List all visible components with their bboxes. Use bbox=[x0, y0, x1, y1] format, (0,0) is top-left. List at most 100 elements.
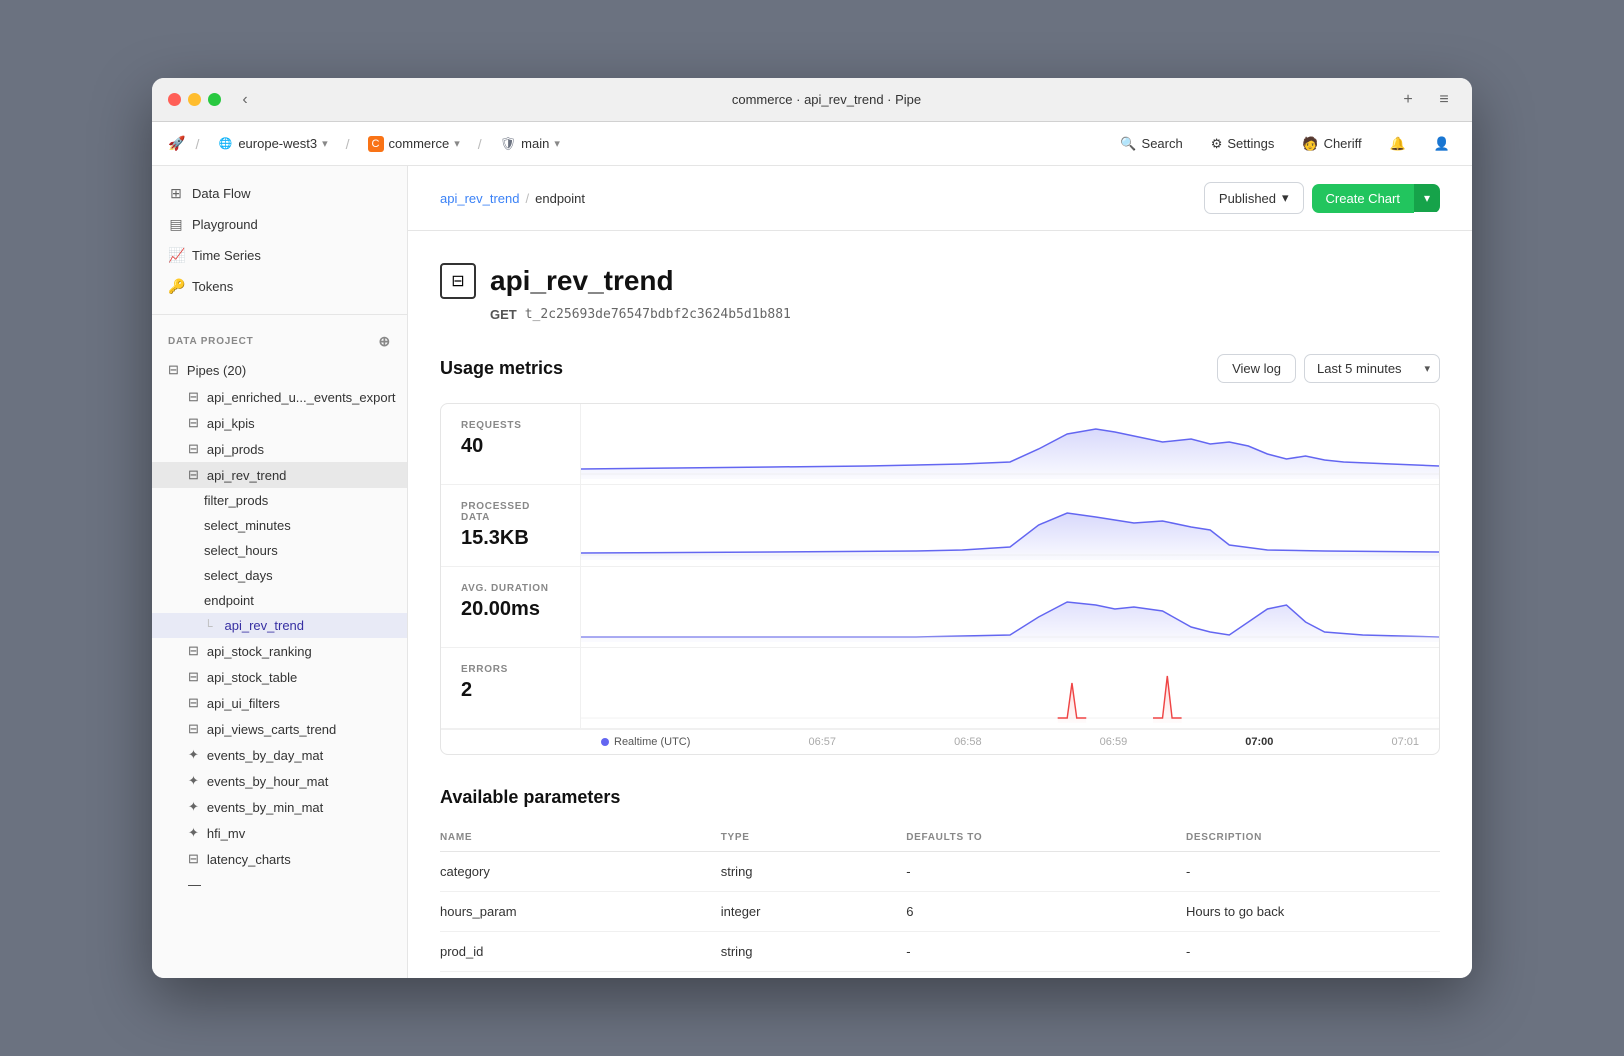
published-button[interactable]: Published ▾ bbox=[1204, 182, 1304, 214]
close-button[interactable] bbox=[168, 93, 181, 106]
sidebar-item-playground[interactable]: ▤ Playground bbox=[152, 209, 407, 240]
sidebar-item-tokens[interactable]: 🔑 Tokens bbox=[152, 271, 407, 302]
sidebar-sub-api-rev-trend[interactable]: └ api_rev_trend bbox=[152, 613, 407, 638]
param-name-2: prod_id bbox=[440, 932, 721, 972]
sidebar-pipe-hfi-mv[interactable]: ✦ hfi_mv bbox=[152, 820, 407, 846]
new-tab-button[interactable]: + bbox=[1396, 88, 1420, 112]
region-chevron: ▾ bbox=[322, 137, 328, 150]
sub-label-select-days: select_days bbox=[204, 568, 273, 583]
user-emoji-icon: 🧑 bbox=[1302, 136, 1318, 152]
home-icon[interactable]: 🚀 bbox=[168, 135, 185, 152]
pipe-label-events-day: events_by_day_mat bbox=[207, 748, 323, 763]
back-button[interactable]: ‹ bbox=[233, 88, 257, 112]
sidebar-pipes-group[interactable]: ⊟ Pipes (20) bbox=[152, 356, 407, 384]
project-icon: C bbox=[368, 136, 384, 152]
branch-label: main bbox=[521, 136, 549, 151]
sub-label-api-rev-trend: api_rev_trend bbox=[225, 618, 305, 633]
params-table-head: NAME TYPE DEFAULTS TO DESCRIPTION bbox=[440, 824, 1440, 852]
sidebar-item-data-flow[interactable]: ⊞ Data Flow bbox=[152, 178, 407, 209]
sidebar-item-time-series-label: Time Series bbox=[192, 248, 261, 263]
pipe-label-events-min: events_by_min_mat bbox=[207, 800, 323, 815]
col-header-defaults: DEFAULTS TO bbox=[906, 824, 1186, 852]
main-content: api_rev_trend / endpoint Published ▾ Cre… bbox=[408, 166, 1472, 978]
time-label-0: 06:57 bbox=[808, 736, 836, 748]
user-button[interactable]: 🧑 Cheriff bbox=[1296, 132, 1367, 156]
processed-chart bbox=[581, 485, 1439, 565]
nav-separator-3: / bbox=[478, 136, 482, 152]
sidebar-pipe-api-stock-ranking[interactable]: ⊟ api_stock_ranking bbox=[152, 638, 407, 664]
api-url: t_2c25693de76547bdbf2c3624b5d1b881 bbox=[525, 307, 791, 322]
params-section-title: Available parameters bbox=[440, 787, 1440, 808]
data-flow-icon: ⊞ bbox=[168, 185, 184, 202]
param-desc-1: Hours to go back bbox=[1186, 892, 1440, 932]
param-type-2: string bbox=[721, 932, 906, 972]
errors-label: ERRORS bbox=[461, 664, 560, 675]
create-chart-container: Create Chart ▾ bbox=[1312, 184, 1440, 213]
sidebar-sub-select-minutes[interactable]: select_minutes bbox=[152, 513, 407, 538]
settings-button[interactable]: ⚙ Settings bbox=[1205, 132, 1281, 156]
pipes-label: Pipes (20) bbox=[187, 363, 246, 378]
sidebar-sub-select-hours[interactable]: select_hours bbox=[152, 538, 407, 563]
search-button[interactable]: 🔍 Search bbox=[1114, 132, 1188, 156]
branch-selector[interactable]: 🛡 main ▾ bbox=[492, 132, 568, 156]
menu-button[interactable]: ≡ bbox=[1432, 88, 1456, 112]
sidebar-sub-select-days[interactable]: select_days bbox=[152, 563, 407, 588]
sidebar-sub-filter-prods[interactable]: filter_prods bbox=[152, 488, 407, 513]
time-label-3: 07:00 bbox=[1245, 736, 1273, 748]
sidebar-pipe-events-min[interactable]: ✦ events_by_min_mat bbox=[152, 794, 407, 820]
account-icon: 👤 bbox=[1434, 136, 1450, 152]
maximize-button[interactable] bbox=[208, 93, 221, 106]
sidebar-pipe-api-stock-table[interactable]: ⊟ api_stock_table bbox=[152, 664, 407, 690]
sidebar-pipe-api-enriched[interactable]: ⊟ api_enriched_u..._events_export bbox=[152, 384, 407, 410]
sub-label-select-minutes: select_minutes bbox=[204, 518, 291, 533]
metric-row-requests: REQUESTS 40 bbox=[441, 404, 1439, 485]
pipe-label-hfi-mv: hfi_mv bbox=[207, 826, 245, 841]
view-log-button[interactable]: View log bbox=[1217, 354, 1296, 383]
sidebar-pipe-api-prods[interactable]: ⊟ api_prods bbox=[152, 436, 407, 462]
time-label-1: 06:58 bbox=[954, 736, 982, 748]
sidebar-more-indicator[interactable]: — bbox=[152, 872, 407, 897]
create-chart-dropdown-button[interactable]: ▾ bbox=[1414, 184, 1440, 212]
sub-label-select-hours: select_hours bbox=[204, 543, 278, 558]
metric-label-requests: REQUESTS 40 bbox=[441, 404, 581, 484]
sidebar-pipe-api-views-carts[interactable]: ⊟ api_views_carts_trend bbox=[152, 716, 407, 742]
param-desc-2: - bbox=[1186, 932, 1440, 972]
published-label: Published bbox=[1219, 191, 1276, 206]
page-content: ⊟ api_rev_trend GET t_2c25693de76547bdbf… bbox=[408, 231, 1472, 978]
account-button[interactable]: 👤 bbox=[1428, 132, 1456, 156]
sidebar-sub-endpoint[interactable]: endpoint bbox=[152, 588, 407, 613]
sidebar-pipe-events-hour[interactable]: ✦ events_by_hour_mat bbox=[152, 768, 407, 794]
breadcrumb-link[interactable]: api_rev_trend bbox=[440, 191, 520, 206]
notification-icon: 🔔 bbox=[1390, 136, 1406, 152]
nav-separator-1: / bbox=[195, 136, 199, 152]
params-table: NAME TYPE DEFAULTS TO DESCRIPTION catego… bbox=[440, 824, 1440, 972]
user-label: Cheriff bbox=[1324, 136, 1362, 151]
sidebar-item-time-series[interactable]: 📈 Time Series bbox=[152, 240, 407, 271]
region-selector[interactable]: 🌐 europe-west3 ▾ bbox=[209, 132, 335, 156]
settings-label: Settings bbox=[1227, 136, 1274, 151]
pipe-icon-latency: ⊟ bbox=[188, 851, 199, 867]
notification-button[interactable]: 🔔 bbox=[1384, 132, 1412, 156]
project-selector[interactable]: C commerce ▾ bbox=[360, 132, 468, 156]
sidebar-pipe-api-rev-trend[interactable]: ⊟ api_rev_trend bbox=[152, 462, 407, 488]
metric-label-errors: ERRORS 2 bbox=[441, 648, 581, 728]
pipes-icon: ⊟ bbox=[168, 362, 179, 378]
sidebar-pipe-latency-charts[interactable]: ⊟ latency_charts bbox=[152, 846, 407, 872]
time-range-select[interactable]: Last 5 minutes Last 15 minutes Last 30 m… bbox=[1304, 354, 1440, 383]
nav-separator-2: / bbox=[346, 136, 350, 152]
sidebar-section-settings-icon[interactable]: ⊕ bbox=[378, 333, 391, 350]
sidebar-pipe-api-ui-filters[interactable]: ⊟ api_ui_filters bbox=[152, 690, 407, 716]
breadcrumb: api_rev_trend / endpoint bbox=[440, 191, 585, 206]
sidebar-pipe-api-kpis[interactable]: ⊟ api_kpis bbox=[152, 410, 407, 436]
time-label-2: 06:59 bbox=[1100, 736, 1128, 748]
more-label: — bbox=[188, 877, 201, 892]
processed-value: 15.3KB bbox=[461, 527, 560, 550]
sub-label-endpoint: endpoint bbox=[204, 593, 254, 608]
sidebar-pipe-events-day[interactable]: ✦ events_by_day_mat bbox=[152, 742, 407, 768]
sidebar-section-label: DATA PROJECT bbox=[168, 336, 254, 347]
param-row-0: category string - - bbox=[440, 852, 1440, 892]
processed-label: PROCESSED DATA bbox=[461, 501, 560, 523]
minimize-button[interactable] bbox=[188, 93, 201, 106]
create-chart-button[interactable]: Create Chart bbox=[1312, 184, 1414, 213]
metric-row-processed-data: PROCESSED DATA 15.3KB bbox=[441, 485, 1439, 567]
